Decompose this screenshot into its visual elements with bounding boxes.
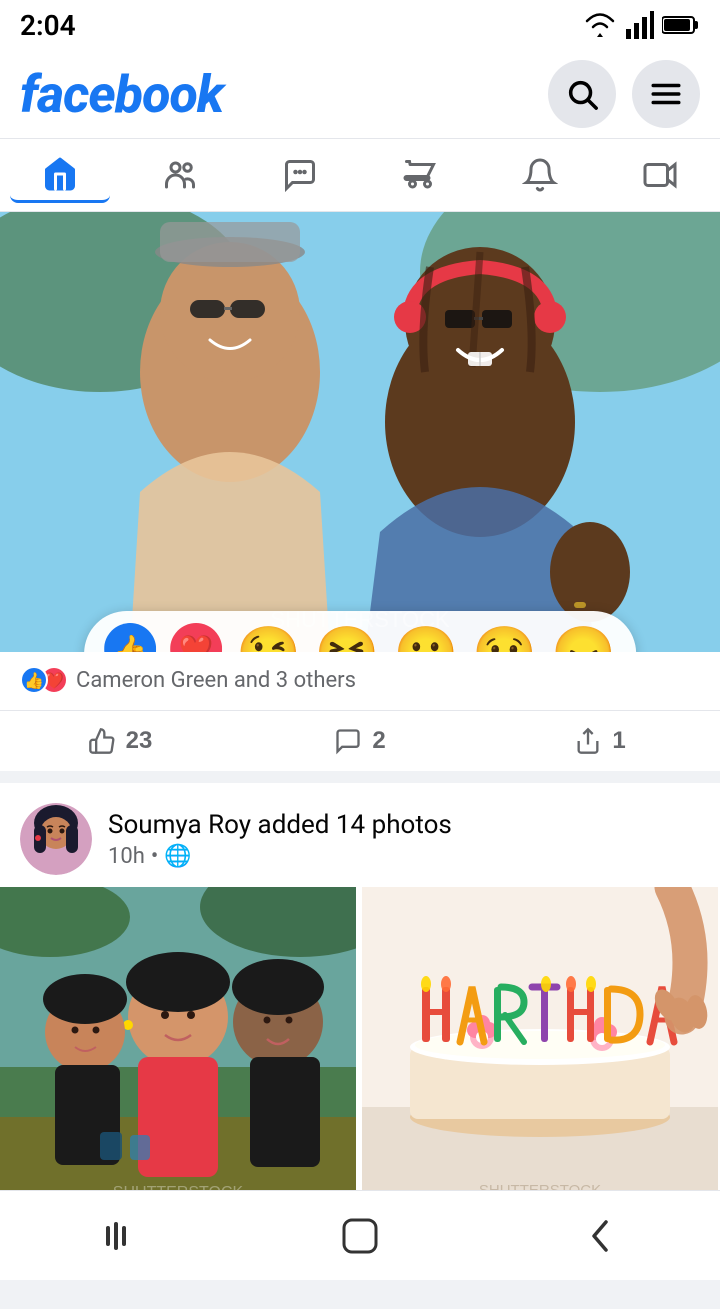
marketplace-icon [402, 157, 438, 193]
post-image-container: SHUTTERSTOCK 👍 ❤️ [0, 212, 720, 652]
home-icon [42, 156, 78, 192]
globe-icon: 🌐 [164, 844, 191, 869]
nav-back-button[interactable] [560, 1206, 640, 1266]
nav-item-messenger[interactable] [250, 147, 350, 203]
birthday-cake-svg: SHUTTERSTOCK [362, 887, 718, 1207]
post-card-2: Soumya Roy added 14 photos 10h • 🌐 [0, 783, 720, 1207]
post-author: Soumya Roy added 14 photos [108, 810, 700, 840]
status-icons [582, 11, 700, 39]
avatar-svg [20, 803, 92, 875]
post-time: 10h • 🌐 [108, 844, 700, 869]
group-selfie-svg: SHUTTERSTOCK [0, 887, 356, 1207]
comment-icon [334, 727, 362, 755]
signal-icon [626, 11, 654, 39]
nav-item-video[interactable] [610, 147, 710, 203]
like-button[interactable]: 23 [0, 711, 240, 771]
nav-item-friends[interactable] [130, 147, 230, 203]
wow-reaction[interactable]: 😆 [315, 628, 380, 653]
nav-item-marketplace[interactable] [370, 147, 470, 203]
author-avatar[interactable] [20, 803, 92, 875]
like-reaction[interactable]: 👍 [104, 623, 156, 652]
post-action-text: added [258, 810, 336, 840]
hamburger-icon [649, 77, 683, 111]
recents-icon [100, 1216, 140, 1256]
photo-cell-1[interactable]: SHUTTERSTOCK [0, 887, 358, 1207]
post-actions: 23 2 1 [0, 710, 720, 771]
nav-bar [0, 139, 720, 212]
nav-item-notifications[interactable] [490, 147, 590, 203]
friends-icon [162, 157, 198, 193]
nav-recents-button[interactable] [80, 1206, 160, 1266]
photo-svg: SHUTTERSTOCK [0, 212, 720, 652]
menu-button[interactable] [632, 60, 700, 128]
share-count: 1 [612, 727, 625, 755]
battery-icon [662, 14, 700, 36]
feed: SHUTTERSTOCK 👍 ❤️ [0, 212, 720, 1207]
post-header: Soumya Roy added 14 photos 10h • 🌐 [0, 783, 720, 887]
care-reaction[interactable]: 😠 [551, 628, 616, 653]
app-header: facebook [0, 50, 720, 139]
photo-grid: SHUTTERSTOCK [0, 887, 720, 1207]
post-photo: SHUTTERSTOCK 👍 ❤️ [0, 212, 720, 652]
video-icon [642, 157, 678, 193]
thumbsup-icon [88, 727, 116, 755]
comment-button[interactable]: 2 [240, 711, 480, 771]
svg-text:👍: 👍 [113, 633, 148, 652]
comment-count: 2 [372, 727, 385, 755]
photo-count-text: 14 photos [336, 810, 452, 840]
reactor-info: 👍 ❤️ Cameron Green and 3 others [0, 652, 720, 702]
svg-text:❤️: ❤️ [179, 633, 214, 652]
facebook-logo: facebook [20, 64, 223, 125]
header-actions [548, 60, 700, 128]
photo-cell-2[interactable]: SHUTTERSTOCK [362, 887, 720, 1207]
nav-item-home[interactable] [10, 147, 110, 203]
back-icon [580, 1216, 620, 1256]
post-meta: Soumya Roy added 14 photos 10h • 🌐 [108, 810, 700, 869]
like-count: 23 [126, 727, 153, 755]
status-time: 2:04 [20, 9, 76, 42]
reactor-text: Cameron Green and 3 others [76, 668, 356, 693]
share-icon [574, 727, 602, 755]
sad-reaction[interactable]: 😮 [394, 628, 459, 653]
wifi-icon [582, 11, 618, 39]
share-button[interactable]: 1 [480, 711, 720, 771]
post-card-1: SHUTTERSTOCK 👍 ❤️ [0, 212, 720, 771]
search-icon [565, 77, 599, 111]
haha-reaction[interactable]: 😘 [236, 628, 301, 653]
bottom-nav [0, 1190, 720, 1280]
status-bar: 2:04 [0, 0, 720, 50]
home-circle-icon [340, 1216, 380, 1256]
messenger-icon [282, 157, 318, 193]
emoji-reactions-popup[interactable]: 👍 ❤️ 😘 😆 😮 😢 😠 [84, 611, 636, 652]
angry-reaction[interactable]: 😢 [472, 628, 537, 653]
bell-icon [522, 157, 558, 193]
love-reaction[interactable]: ❤️ [170, 623, 222, 652]
nav-home-button[interactable] [320, 1206, 400, 1266]
search-button[interactable] [548, 60, 616, 128]
